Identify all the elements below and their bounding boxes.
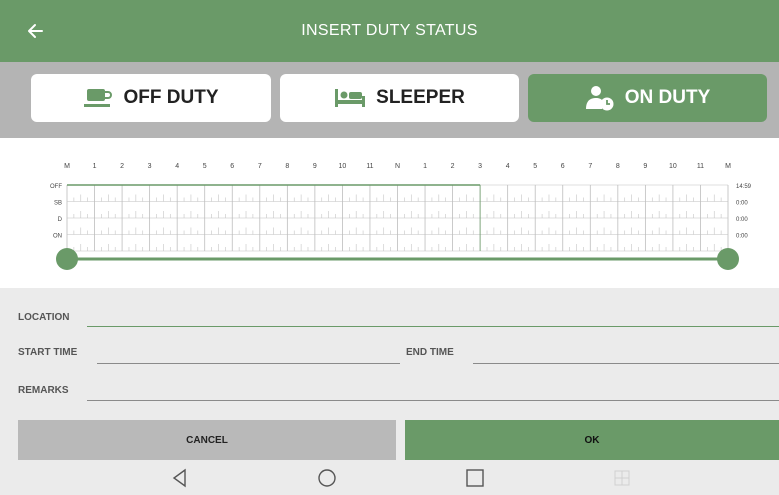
- back-triangle-icon[interactable]: [168, 466, 192, 490]
- start-time-input[interactable]: [97, 363, 400, 364]
- hour-label: 9: [313, 163, 317, 170]
- page-title: INSERT DUTY STATUS: [301, 22, 478, 39]
- hour-label: 10: [669, 163, 677, 170]
- hour-label: 11: [366, 163, 373, 170]
- log-graph-svg: M 1 2 3 4 5 6 7 8 9 10 11 N 1 2 3 4 5 6 7 8 9 10 11 M OFF 14:59 SB 0…: [50, 163, 752, 270]
- hour-label: 2: [451, 163, 455, 170]
- log-graph: M 1 2 3 4 5 6 7 8 9 10 11 N 1 2 3 4 5 6 7 8 9 10 11 M OFF 14:59 SB 0…: [0, 138, 779, 288]
- hour-label: 7: [258, 163, 262, 170]
- person-clock-icon: [585, 85, 615, 111]
- hour-label: 7: [588, 163, 592, 170]
- row-label: SB: [54, 201, 62, 207]
- hour-label: 11: [697, 163, 704, 170]
- hour-label: 4: [175, 163, 179, 170]
- recents-square-icon[interactable]: [463, 466, 487, 490]
- hour-label: 5: [533, 163, 537, 170]
- hour-label: 9: [643, 163, 647, 170]
- row-label: D: [58, 217, 63, 223]
- duty-status-selector: OFF DUTY SLEEPER ON DUTY: [0, 62, 779, 138]
- end-time-label: END TIME: [406, 347, 454, 358]
- hour-label: 1: [423, 163, 427, 170]
- off-duty-button[interactable]: OFF DUTY: [31, 74, 271, 122]
- app-header: INSERT DUTY STATUS: [0, 0, 779, 62]
- hour-label: 10: [339, 163, 347, 170]
- row-label: ON: [53, 234, 62, 240]
- row-total: 0:00: [736, 217, 748, 223]
- home-circle-icon[interactable]: [315, 466, 339, 490]
- remarks-input[interactable]: [87, 400, 779, 401]
- hour-label: N: [395, 163, 400, 170]
- hour-label: 3: [478, 163, 482, 170]
- system-nav-bar: [0, 460, 779, 495]
- hour-label: M: [725, 163, 731, 170]
- sleeper-label: SLEEPER: [376, 87, 465, 108]
- range-slider-start-handle[interactable]: [56, 248, 78, 270]
- row-total: 0:00: [736, 201, 748, 207]
- end-time-input[interactable]: [473, 363, 779, 364]
- hour-label: 5: [203, 163, 207, 170]
- hour-label: 4: [506, 163, 510, 170]
- cancel-button[interactable]: CANCEL: [18, 420, 396, 460]
- row-total: 14:59: [736, 184, 752, 190]
- start-time-label: START TIME: [18, 347, 78, 358]
- range-slider-end-handle[interactable]: [717, 248, 739, 270]
- row-label: OFF: [50, 184, 62, 190]
- bed-icon: [334, 87, 366, 109]
- coffee-cup-icon: [83, 87, 114, 109]
- location-input[interactable]: [87, 326, 779, 327]
- sleeper-button[interactable]: SLEEPER: [280, 74, 519, 122]
- on-duty-label: ON DUTY: [624, 87, 711, 108]
- off-duty-label: OFF DUTY: [123, 87, 219, 108]
- apps-grid-icon[interactable]: [610, 466, 634, 490]
- hour-label: M: [64, 163, 70, 170]
- hour-label: 8: [285, 163, 289, 170]
- ok-button[interactable]: OK: [405, 420, 779, 460]
- hour-label: 2: [120, 163, 124, 170]
- on-duty-button[interactable]: ON DUTY: [528, 74, 767, 122]
- remarks-label: REMARKS: [18, 385, 69, 396]
- location-label: LOCATION: [18, 312, 70, 323]
- hour-label: 8: [616, 163, 620, 170]
- hour-label: 1: [93, 163, 97, 170]
- hour-label: 6: [561, 163, 565, 170]
- hour-label: 3: [148, 163, 152, 170]
- hour-label: 6: [230, 163, 234, 170]
- row-total: 0:00: [736, 234, 748, 240]
